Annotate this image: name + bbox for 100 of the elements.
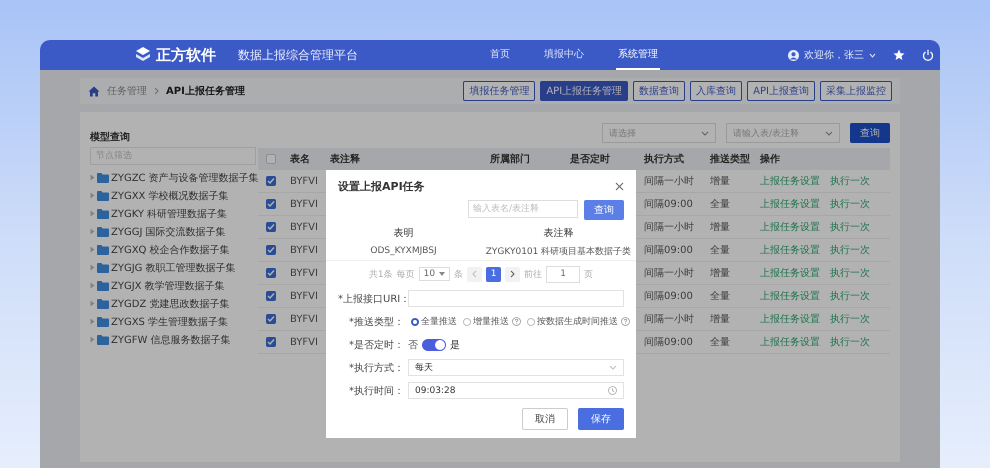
time-field[interactable]: 09:03:28 [408,382,624,399]
chevron-icon [154,87,159,95]
quick-nav-button[interactable]: 填报任务管理 [463,81,536,101]
expand-arrow-icon[interactable] [90,210,95,217]
action-link[interactable]: 上报任务设置 [760,174,820,188]
action-link[interactable]: 执行一次 [830,266,870,280]
checkbox[interactable] [266,268,276,278]
action-link[interactable]: 上报任务设置 [760,220,820,234]
search-button[interactable]: 查询 [584,200,624,220]
star-icon[interactable] [893,49,905,61]
close-icon[interactable] [615,182,624,191]
help-icon[interactable] [512,317,521,326]
goto-label: 前往 [524,268,542,280]
prev-page-button[interactable] [467,266,482,282]
save-button[interactable]: 保存 [578,408,624,430]
breadcrumb-item: API上报任务管理 [166,84,245,98]
action-link[interactable]: 上报任务设置 [760,243,820,257]
expand-arrow-icon[interactable] [90,174,95,181]
tree-item[interactable]: ZYGJX 教学管理数据子集 [90,278,256,293]
table-cell: 全量 [710,245,730,256]
query-button[interactable]: 查询 [850,123,890,143]
mode-select[interactable]: 每天 [408,359,624,376]
clock-icon [608,386,617,395]
power-icon[interactable] [922,49,934,61]
quick-nav-button[interactable]: API上报查询 [747,81,815,101]
table-cell: 全量 [710,291,730,302]
action-link[interactable]: 执行一次 [830,197,870,211]
action-link[interactable]: 上报任务设置 [760,312,820,326]
chevron-down-icon [609,365,617,370]
page-input[interactable]: 1 [546,266,580,282]
quick-nav-button[interactable]: 采集上报监控 [820,81,892,101]
action-link[interactable]: 执行一次 [830,220,870,234]
quick-nav-button[interactable]: 入库查询 [690,81,742,101]
expand-arrow-icon[interactable] [90,336,95,343]
page-button[interactable]: 1 [486,266,502,282]
checkbox[interactable] [266,314,276,324]
nav-tab[interactable]: 首页 [488,40,512,70]
tree-item[interactable]: ZYGFW 信息服务数据子集 [90,332,256,347]
tree-item[interactable]: ZYGXQ 校企合作数据子集 [90,242,256,257]
tree-item[interactable]: ZYGDZ 党建思政数据子集 [90,296,256,311]
chevron-down-icon [825,130,833,136]
action-link[interactable]: 执行一次 [830,312,870,326]
switch-on-label: 是 [450,338,460,352]
next-page-button[interactable] [505,266,520,282]
action-link[interactable]: 执行一次 [830,174,870,188]
expand-arrow-icon[interactable] [90,282,95,289]
expand-arrow-icon[interactable] [90,264,95,271]
expand-arrow-icon[interactable] [90,300,95,307]
expand-arrow-icon[interactable] [90,192,95,199]
page-size-unit: 条 [454,268,464,280]
expand-arrow-icon[interactable] [90,318,95,325]
folder-icon [97,334,109,344]
action-link[interactable]: 上报任务设置 [760,335,820,349]
folder-icon [97,208,109,218]
tree-item[interactable]: ZYGJG 教职工管理数据子集 [90,260,256,275]
tree-item[interactable]: ZYGXX 学校概况数据子集 [90,188,256,203]
tree-item[interactable]: ZYGKY 科研管理数据子集 [90,206,256,221]
table-cell: 增量 [710,222,730,233]
checkbox[interactable] [266,222,276,232]
table-cell: 全量 [710,337,730,348]
tree-item[interactable]: ZYGGJ 国际交流数据子集 [90,224,256,239]
checkbox[interactable] [266,199,276,209]
nav-tab[interactable]: 填报中心 [542,40,586,70]
checkbox[interactable] [266,337,276,347]
toggle-switch[interactable] [422,338,446,350]
user-menu[interactable]: 欢迎你，张三 [804,48,864,62]
search-field[interactable]: 输入表名/表注释 [468,200,578,218]
tree-item[interactable]: ZYGZC 资产与设备管理数据子集 [90,170,256,185]
column-header: 表注释 [544,228,574,239]
radio-option[interactable]: 按数据生成时间推送 [527,315,618,328]
cancel-button[interactable]: 取消 [522,408,568,430]
action-link[interactable]: 执行一次 [830,335,870,349]
help-icon[interactable] [621,317,630,326]
radio-option[interactable]: 增量推送 [463,315,509,328]
breadcrumb-item[interactable]: 任务管理 [107,84,147,98]
home-icon[interactable] [88,86,100,96]
table-cell: 间隔09:00 [644,291,693,302]
folder-icon [97,298,109,308]
checkbox[interactable] [266,291,276,301]
expand-arrow-icon[interactable] [90,246,95,253]
action-link[interactable]: 上报任务设置 [760,289,820,303]
logo-text: 正方软件 [156,46,216,64]
page-size-select[interactable]: 10 [418,267,450,281]
checkbox[interactable] [266,176,276,186]
expand-arrow-icon[interactable] [90,228,95,235]
action-link[interactable]: 执行一次 [830,243,870,257]
tree-item[interactable]: ZYGXS 学生管理数据子集 [90,314,256,329]
quick-nav-button[interactable]: 数据查询 [633,81,686,101]
table-cell: 增量 [710,268,730,279]
url-field[interactable] [408,290,624,307]
action-link[interactable]: 执行一次 [830,289,870,303]
column-header: 表注释 [330,154,360,165]
radio-option[interactable]: 全量推送 [411,315,457,328]
quick-nav-button[interactable]: API上报任务管理 [540,81,628,101]
action-link[interactable]: 上报任务设置 [760,266,820,280]
nav-tab[interactable]: 系统管理 [616,40,660,70]
column-header: 是否定时 [570,154,610,165]
checkbox[interactable] [266,245,276,255]
table-cell: 增量 [710,176,730,187]
action-link[interactable]: 上报任务设置 [760,197,820,211]
